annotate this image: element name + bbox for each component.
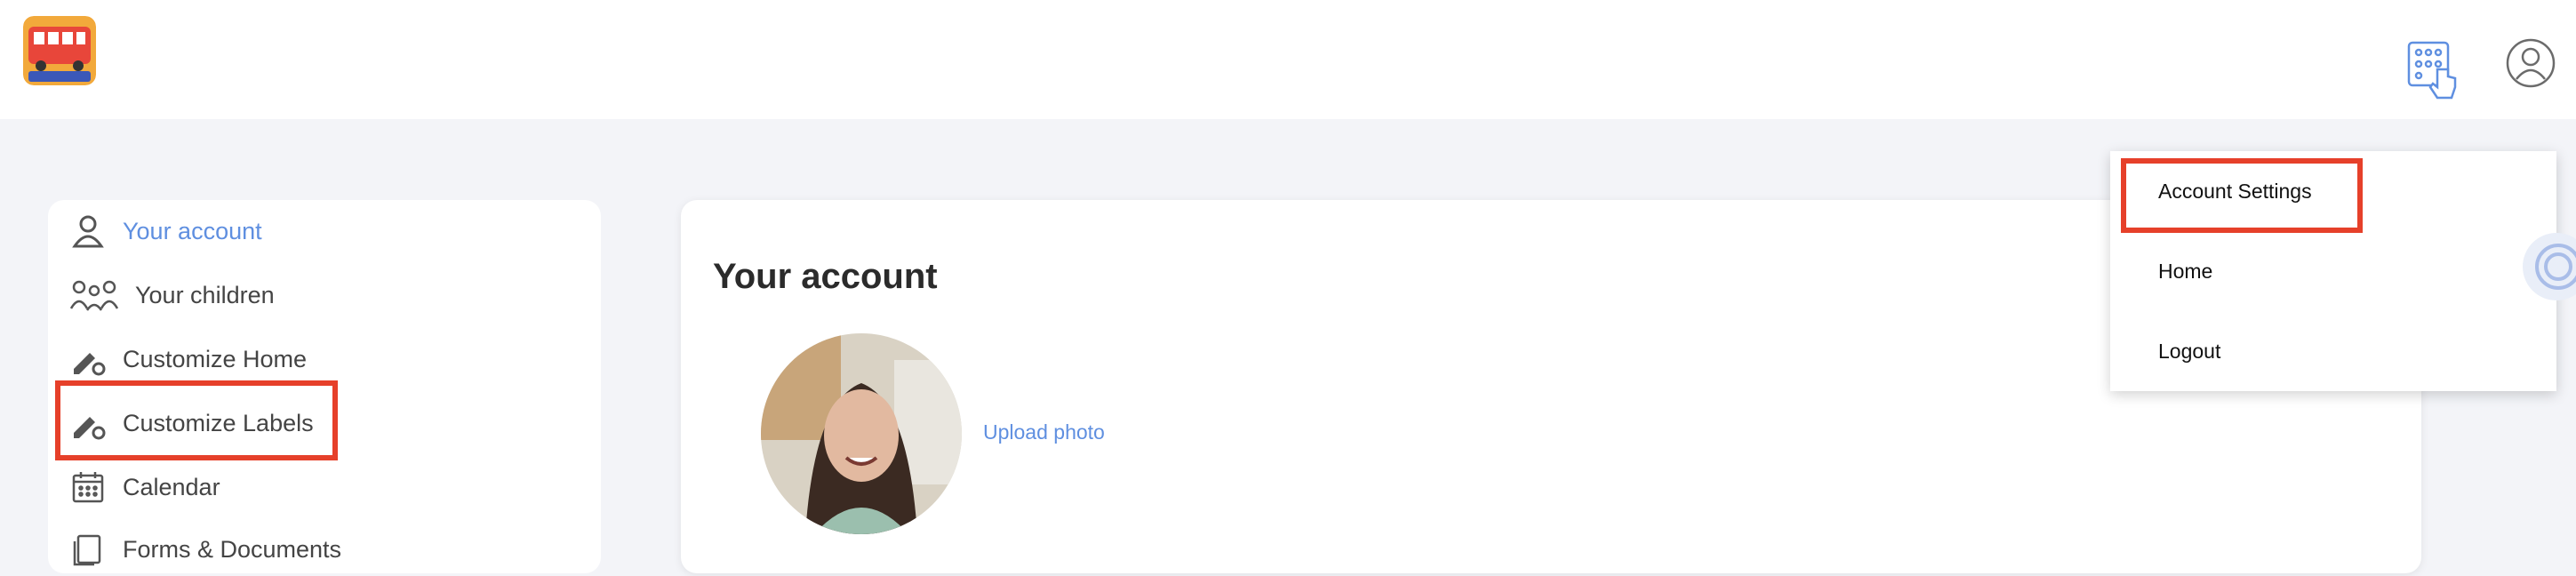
menu-item-logout[interactable]: Logout — [2158, 340, 2220, 364]
upload-photo-link[interactable]: Upload photo — [983, 420, 1105, 444]
menu-item-home[interactable]: Home — [2158, 260, 2212, 284]
sidebar-item-calendar[interactable]: Calendar — [69, 460, 567, 514]
avatar[interactable] — [761, 333, 962, 534]
page-title: Your account — [713, 257, 938, 296]
calendar-icon — [69, 468, 107, 506]
sidebar-item-forms-documents[interactable]: Forms & Documents — [69, 523, 567, 576]
pencil-gear-icon — [69, 340, 107, 378]
sidebar-item-your-children[interactable]: Your children — [69, 268, 567, 322]
sidebar-item-label: Your children — [135, 281, 275, 308]
sidebar-item-label: Customize Home — [123, 345, 308, 372]
sidebar-item-customize-home[interactable]: Customize Home — [69, 332, 567, 386]
account-dropdown-menu: Account Settings Home Logout — [2110, 151, 2556, 391]
family-icon — [69, 276, 119, 314]
highlight-box — [2121, 158, 2363, 233]
sidebar-item-label: Your account — [123, 217, 262, 244]
magic-bus-logo[interactable] — [23, 16, 96, 85]
sidebar-item-label: Calendar — [123, 473, 220, 500]
documents-icon — [69, 531, 107, 568]
sidebar-item-label: Forms & Documents — [123, 535, 342, 563]
user-icon — [69, 212, 107, 250]
highlight-box — [55, 380, 338, 460]
user-circle-icon[interactable] — [2505, 37, 2556, 89]
top-header — [0, 0, 2576, 119]
floating-widget-icon[interactable] — [2523, 233, 2576, 300]
keypad-touch-icon[interactable] — [2405, 39, 2464, 101]
sidebar-item-your-account[interactable]: Your account — [69, 204, 567, 258]
